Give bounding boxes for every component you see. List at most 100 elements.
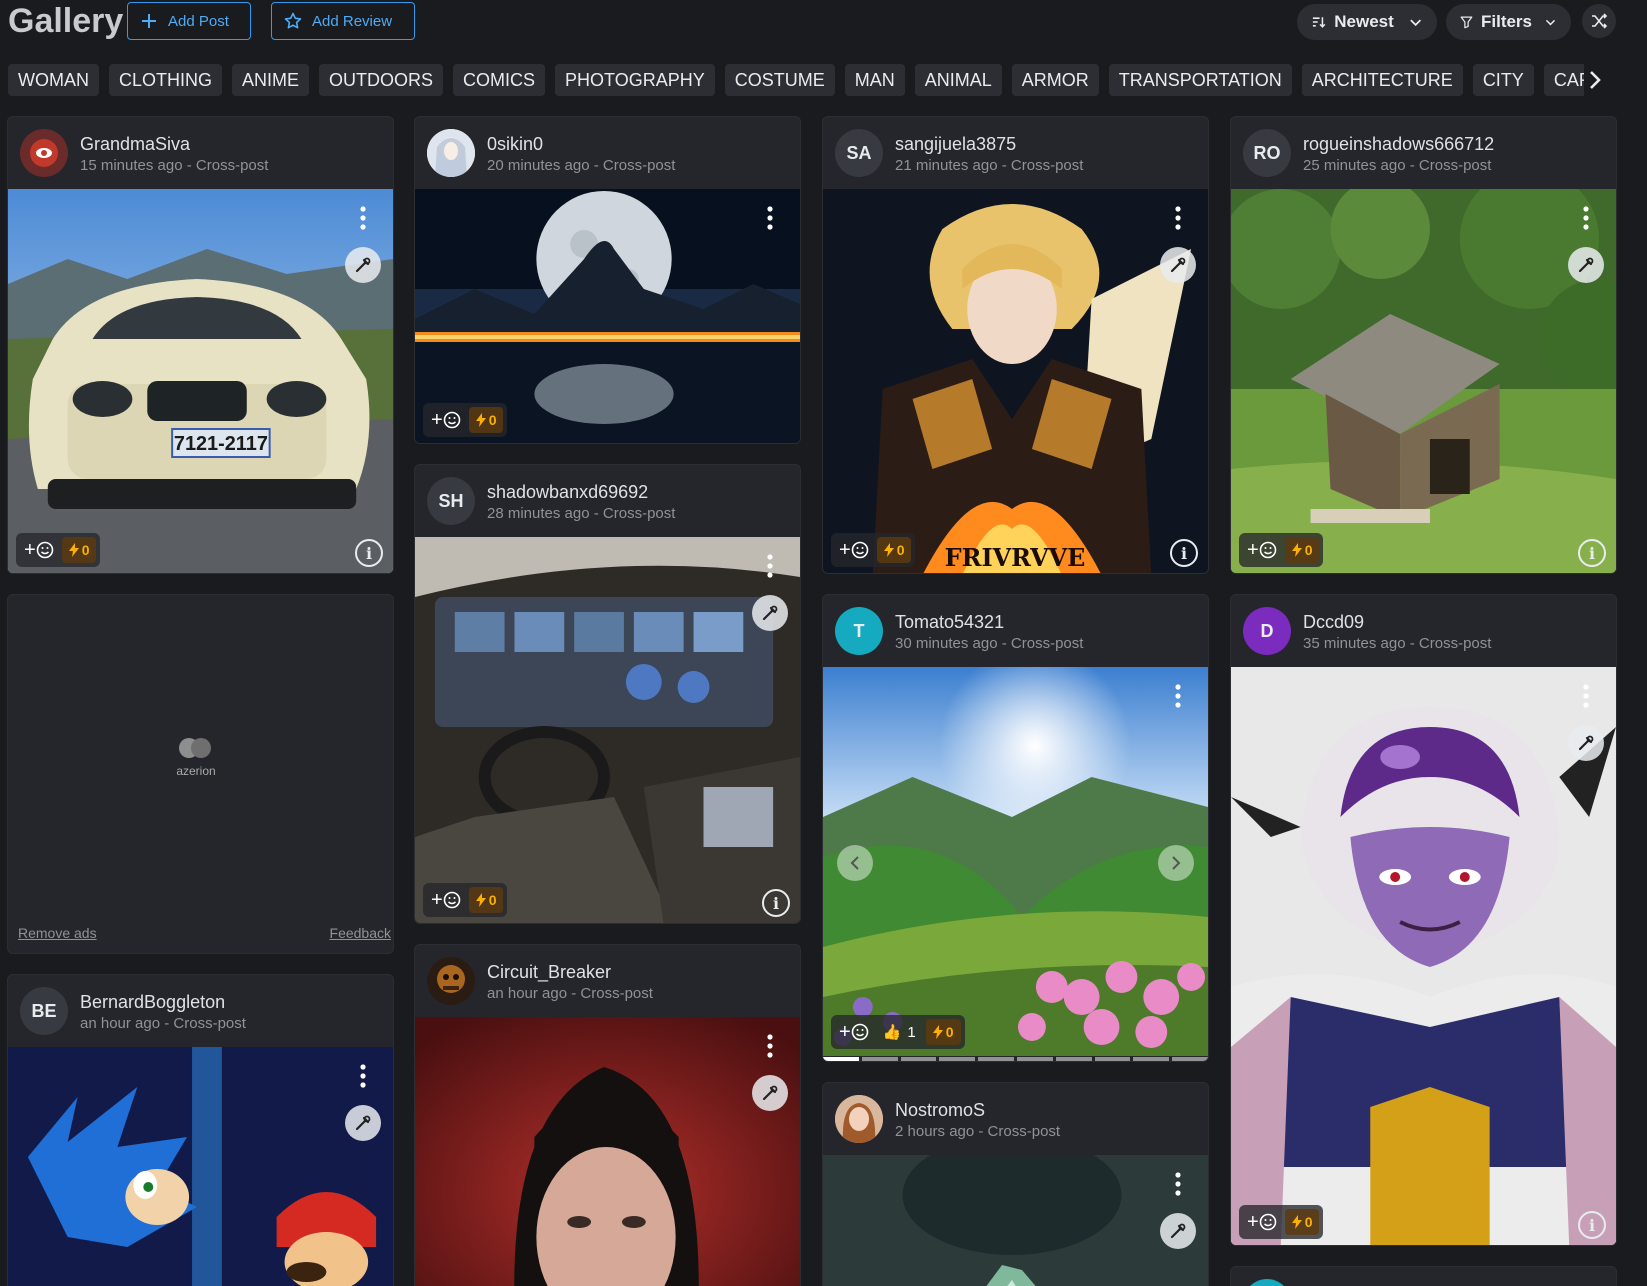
carousel-dot[interactable]	[1094, 1057, 1131, 1061]
avatar[interactable]	[20, 129, 68, 177]
post-card[interactable]	[1230, 1266, 1617, 1286]
tip-button[interactable]: 0	[61, 537, 97, 563]
username[interactable]: shadowbanxd69692	[487, 482, 648, 503]
carousel-dot[interactable]	[1055, 1057, 1092, 1061]
avatar[interactable]: BE	[20, 987, 68, 1035]
post-image[interactable]: 7121-2117 + 0 i	[8, 189, 393, 573]
carousel-dot[interactable]	[823, 1057, 859, 1061]
post-image[interactable]: + 0 i	[1231, 189, 1616, 573]
sort-dropdown[interactable]: Newest	[1297, 4, 1437, 40]
more-options-button[interactable]	[1168, 681, 1188, 711]
ad-logo[interactable]: azerion	[171, 735, 221, 778]
post-image[interactable]: + 👍 1 0	[823, 667, 1208, 1061]
info-button[interactable]: i	[355, 539, 383, 567]
tag-cartoon[interactable]: CARTOON	[1543, 64, 1588, 96]
tag-photography[interactable]: PHOTOGRAPHY	[555, 64, 715, 96]
avatar[interactable]: SA	[835, 129, 883, 177]
username[interactable]: sangijuela3875	[895, 134, 1016, 155]
add-reaction-button[interactable]: +	[1243, 539, 1281, 562]
remove-ads-link[interactable]: Remove ads	[18, 925, 97, 941]
post-card[interactable]: Circuit_Breaker an hour ago - Cross-post	[414, 944, 801, 1286]
avatar[interactable]: T	[835, 607, 883, 655]
info-button[interactable]: i	[1578, 1211, 1606, 1239]
more-options-button[interactable]	[760, 1031, 780, 1061]
username[interactable]: 0sikin0	[487, 134, 543, 155]
tip-button[interactable]: 0	[1284, 537, 1320, 563]
add-review-button[interactable]: Add Review	[271, 2, 415, 40]
avatar[interactable]: RO	[1243, 129, 1291, 177]
more-options-button[interactable]	[1576, 681, 1596, 711]
avatar[interactable]	[1243, 1279, 1291, 1286]
remix-button[interactable]	[752, 595, 788, 631]
tag-city[interactable]: CITY	[1472, 64, 1534, 96]
post-card[interactable]: T Tomato54321 30 minutes ago - Cross-pos…	[822, 594, 1209, 1062]
info-button[interactable]: i	[1170, 539, 1198, 567]
remix-button[interactable]	[752, 1075, 788, 1111]
add-reaction-button[interactable]: +	[1243, 1211, 1281, 1234]
avatar[interactable]	[427, 957, 475, 1005]
avatar[interactable]: SH	[427, 477, 475, 525]
tip-button[interactable]: 0	[468, 887, 504, 913]
tag-armor[interactable]: ARMOR	[1011, 64, 1099, 96]
username[interactable]: Tomato54321	[895, 612, 1004, 633]
avatar[interactable]: D	[1243, 607, 1291, 655]
post-card[interactable]: SH shadowbanxd69692 28 minutes ago - Cro…	[414, 464, 801, 924]
post-card[interactable]: GrandmaSiva 15 minutes ago - Cross-post	[7, 116, 394, 574]
post-card[interactable]: D Dccd09 35 minutes ago - Cross-post + 0…	[1230, 594, 1617, 1246]
like-reaction-button[interactable]: 👍 1	[877, 1023, 922, 1042]
username[interactable]: Dccd09	[1303, 612, 1364, 633]
tip-button[interactable]: 0	[876, 537, 912, 563]
tip-button[interactable]: 0	[468, 407, 504, 433]
tag-costume[interactable]: COSTUME	[724, 64, 835, 96]
post-image[interactable]	[8, 1047, 393, 1286]
post-card[interactable]: RO rogueinshadows666712 25 minutes ago -…	[1230, 116, 1617, 574]
shuffle-button[interactable]	[1582, 4, 1616, 38]
remix-button[interactable]	[1568, 725, 1604, 761]
tag-man[interactable]: MAN	[844, 64, 905, 96]
more-options-button[interactable]	[1576, 203, 1596, 233]
feedback-link[interactable]: Feedback	[330, 925, 391, 941]
username[interactable]: NostromoS	[895, 1100, 985, 1121]
post-image[interactable]	[823, 1155, 1208, 1286]
tag-architecture[interactable]: ARCHITECTURE	[1301, 64, 1463, 96]
more-options-button[interactable]	[353, 203, 373, 233]
post-image[interactable]: + 0	[415, 189, 800, 443]
tag-comics[interactable]: COMICS	[453, 64, 546, 96]
more-options-button[interactable]	[760, 551, 780, 581]
tag-outdoors[interactable]: OUTDOORS	[319, 64, 444, 96]
tag-transportation[interactable]: TRANSPORTATION	[1108, 64, 1292, 96]
more-options-button[interactable]	[353, 1061, 373, 1091]
carousel-dot[interactable]	[1172, 1057, 1208, 1061]
more-options-button[interactable]	[760, 203, 780, 233]
post-image[interactable]	[415, 1017, 800, 1286]
tip-button[interactable]: 0	[925, 1019, 961, 1045]
add-reaction-button[interactable]: +	[427, 889, 465, 912]
carousel-prev-button[interactable]	[837, 845, 873, 881]
carousel-dot[interactable]	[1133, 1057, 1170, 1061]
carousel-next-button[interactable]	[1158, 845, 1194, 881]
avatar[interactable]	[835, 1095, 883, 1143]
carousel-dot[interactable]	[978, 1057, 1014, 1061]
remix-button[interactable]	[345, 247, 381, 283]
add-reaction-button[interactable]: +	[835, 1021, 873, 1044]
add-reaction-button[interactable]: +	[427, 409, 465, 432]
add-reaction-button[interactable]: +	[835, 539, 873, 562]
tags-scroll-right-button[interactable]	[1584, 62, 1606, 98]
info-button[interactable]: i	[1578, 539, 1606, 567]
tip-button[interactable]: 0	[1284, 1209, 1320, 1235]
remix-button[interactable]	[1568, 247, 1604, 283]
tag-anime[interactable]: ANIME	[232, 64, 310, 96]
filters-dropdown[interactable]: Filters	[1446, 4, 1571, 40]
post-card[interactable]: 0sikin0 20 minutes ago - Cross-post + 0	[414, 116, 801, 444]
tag-animal[interactable]: ANIMAL	[914, 64, 1002, 96]
remix-button[interactable]	[1160, 247, 1196, 283]
carousel-dot[interactable]	[900, 1057, 937, 1061]
post-card[interactable]: BE BernardBoggleton an hour ago - Cross-…	[7, 974, 394, 1286]
info-button[interactable]: i	[762, 889, 790, 917]
username[interactable]: Circuit_Breaker	[487, 962, 611, 983]
post-card[interactable]: NostromoS 2 hours ago - Cross-post	[822, 1082, 1209, 1286]
more-options-button[interactable]	[1168, 1169, 1188, 1199]
more-options-button[interactable]	[1168, 203, 1188, 233]
carousel-dot[interactable]	[1016, 1057, 1053, 1061]
post-card[interactable]: SA sangijuela3875 21 minutes ago - Cross…	[822, 116, 1209, 574]
